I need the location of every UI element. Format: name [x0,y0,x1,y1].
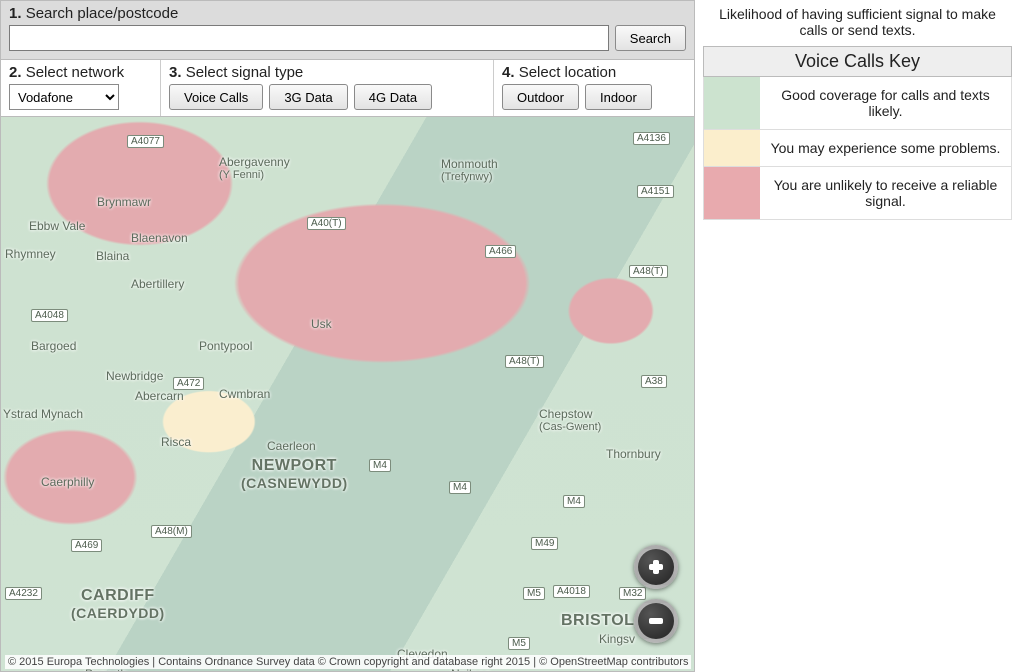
road-tag: M4 [449,481,471,494]
key-text: Good coverage for calls and texts likely… [760,77,1011,129]
key-text: You may experience some problems. [760,130,1011,166]
search-section: 1. Search place/postcode Search [0,0,695,60]
road-tag: M49 [531,537,558,550]
road-tag: A48(M) [151,525,192,538]
place-label: BRISTOL [561,612,634,630]
place-label: Abercarn [135,389,184,403]
step4-label: Select location [519,64,617,81]
search-input[interactable] [9,25,609,51]
road-tag: A4048 [31,309,68,322]
step1-label: Search place/postcode [26,5,179,22]
place-label: Thornbury [606,447,661,461]
signal-3g-button[interactable]: 3G Data [269,84,347,110]
place-label: Abergavenny(Y Fenni) [219,155,290,181]
place-label: Rhymney [5,247,56,261]
key-row: You are unlikely to receive a reliable s… [703,167,1012,220]
road-tag: A48(T) [505,355,544,368]
key-description: Likelihood of having sufficient signal t… [703,4,1012,46]
place-label: Ebbw Vale [29,219,85,233]
place-label: Bargoed [31,339,76,353]
signal-4g-button[interactable]: 4G Data [354,84,432,110]
step1-num: 1. [9,5,22,22]
key-title: Voice Calls Key [703,46,1012,77]
step-location: 4. Select location Outdoor Indoor [494,60,694,116]
road-tag: A40(T) [307,217,346,230]
place-label: Usk [311,317,332,331]
place-label: CARDIFF(CAERDYDD) [71,587,165,621]
place-label: Kingsv [599,632,635,646]
location-outdoor-button[interactable]: Outdoor [502,84,579,110]
road-tag: A38 [641,375,667,388]
road-tag: A4077 [127,135,164,148]
place-label: Pontypool [199,339,252,353]
key-swatch [704,167,760,219]
search-button[interactable]: Search [615,25,686,51]
network-select[interactable]: Vodafone [9,84,119,110]
road-tag: A4136 [633,132,670,145]
place-label: Chepstow(Cas-Gwent) [539,407,601,433]
road-tag: A472 [173,377,204,390]
key-swatch [704,130,760,166]
key-row: You may experience some problems. [703,130,1012,167]
place-label: Risca [161,435,191,449]
step2-label: Select network [26,64,124,81]
place-label: Blaina [96,249,129,263]
map-credits: © 2015 Europa Technologies | Contains Or… [5,655,691,669]
place-label: Caerleon [267,439,316,453]
place-label: Ystrad Mynach [3,407,83,421]
place-label: Caerphilly [41,475,94,489]
zoom-out-button[interactable] [634,599,678,643]
road-tag: M5 [508,637,530,650]
place-label: Monmouth(Trefynwy) [441,157,498,183]
road-tag: M4 [563,495,585,508]
place-label: Abertillery [131,277,184,291]
zoom-in-button[interactable] [634,545,678,589]
location-indoor-button[interactable]: Indoor [585,84,652,110]
key-swatch [704,77,760,129]
place-label: Newbridge [106,369,163,383]
step2-num: 2. [9,64,22,81]
road-tag: M32 [619,587,646,600]
road-tag: A4232 [5,587,42,600]
step3-num: 3. [169,64,182,81]
place-label: NEWPORT(CASNEWYDD) [241,457,348,491]
road-tag: A4018 [553,585,590,598]
place-label: Cwmbran [219,387,270,401]
place-label: Blaenavon [131,231,188,245]
map[interactable]: Abergavenny(Y Fenni) Monmouth(Trefynwy) Br… [0,117,695,672]
key-text: You are unlikely to receive a reliable s… [760,167,1011,219]
signal-voice-button[interactable]: Voice Calls [169,84,263,110]
step4-num: 4. [502,64,515,81]
road-tag: M4 [369,459,391,472]
key-row: Good coverage for calls and texts likely… [703,77,1012,130]
road-tag: A4151 [637,185,674,198]
road-tag: A466 [485,245,516,258]
place-label: Brynmawr [97,195,151,209]
step-signal: 3. Select signal type Voice Calls 3G Dat… [161,60,494,116]
step3-label: Select signal type [186,64,304,81]
road-tag: M5 [523,587,545,600]
road-tag: A469 [71,539,102,552]
step-network: 2. Select network Vodafone [1,60,161,116]
road-tag: A48(T) [629,265,668,278]
